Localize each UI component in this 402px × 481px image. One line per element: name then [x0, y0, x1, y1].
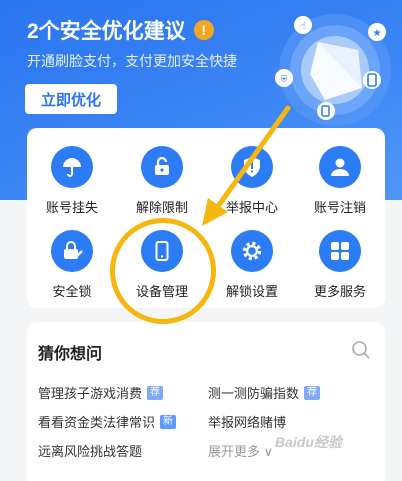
service-account-loss[interactable]: 账号挂失 [27, 146, 117, 216]
service-unlock-settings[interactable]: 解锁设置 [207, 230, 297, 300]
faq-item-text: 远离风险挑战答题 [38, 444, 143, 459]
faq-item[interactable]: 看看资金类法律常识 新 [38, 412, 177, 431]
faq-card: 猜你想问 管理孩子游戏消费 荐 测一测防骗指数 荐 看看资金类法律常识 新 举报… [27, 322, 385, 481]
umbrella-icon [51, 146, 93, 188]
service-more[interactable]: 更多服务 [295, 230, 385, 300]
faq-item-text: 举报网络赌博 [208, 415, 287, 430]
search-icon[interactable] [351, 340, 371, 360]
service-label: 解锁设置 [225, 284, 278, 299]
svg-text:★: ★ [373, 28, 382, 39]
service-label: 安全锁 [52, 284, 92, 299]
service-security-lock[interactable]: 安全锁 [27, 230, 117, 300]
hero-title-text: 2个安全优化建议 [27, 20, 186, 43]
user-icon [319, 146, 361, 188]
faq-item[interactable]: 举报网络赌博 [208, 412, 286, 431]
faq-item[interactable]: 管理孩子游戏消费 荐 [38, 383, 164, 402]
faq-item[interactable]: 测一测防骗指数 荐 [208, 383, 321, 402]
gear-icon [231, 230, 273, 272]
faq-title: 猜你想问 [38, 346, 103, 363]
expand-more-link[interactable]: 展开更多 ∨ [208, 441, 273, 460]
hero-title: 2个安全优化建议 ! [27, 15, 214, 45]
faq-item-text: 管理孩子游戏消费 [38, 386, 143, 401]
recommend-badge: 荐 [147, 385, 164, 400]
grid-icon [319, 230, 361, 272]
faq-item[interactable]: 远离风险挑战答题 [38, 441, 142, 460]
warning-icon: ! [193, 20, 214, 40]
unlock-icon [141, 146, 183, 188]
service-account-cancel[interactable]: 账号注销 [295, 146, 385, 216]
service-label: 账号注销 [313, 200, 366, 215]
service-label: 账号挂失 [45, 200, 98, 215]
new-badge: 新 [160, 414, 177, 429]
faq-item-text: 看看资金类法律常识 [38, 415, 156, 430]
watermark: Baidu经验 [275, 434, 342, 450]
recommend-badge: 荐 [304, 385, 321, 400]
svg-text:⛨: ⛨ [281, 74, 288, 84]
service-label: 更多服务 [313, 284, 366, 299]
annotation-arrow [202, 105, 291, 226]
lock-edit-icon [51, 230, 93, 272]
hero-subtitle: 开通刷脸支付，支付更加安全快捷 [27, 53, 237, 69]
optimize-now-button[interactable]: 立即优化 [25, 84, 117, 114]
svg-text:☝: ☝ [300, 21, 306, 32]
faq-item-text: 测一测防骗指数 [208, 386, 300, 401]
annotation-highlight-circle [110, 218, 216, 324]
